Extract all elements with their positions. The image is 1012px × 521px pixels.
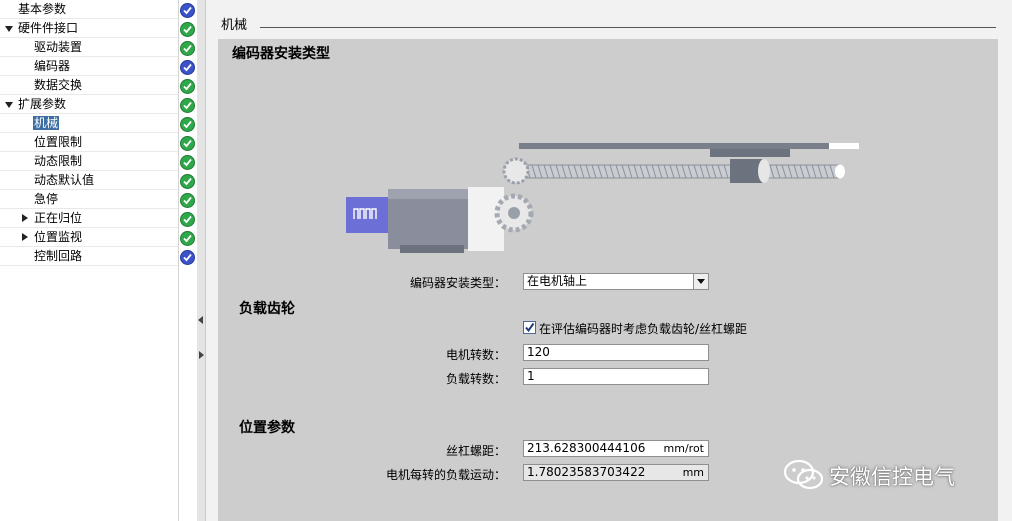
load-motion-field: 1.78023583703422 mm <box>523 464 709 481</box>
nav-item-drive[interactable]: 驱动装置 <box>0 38 178 57</box>
consider-gear-label: 在评估编码器时考虑负载齿轮/丝杠螺距 <box>539 322 748 336</box>
parameter-panel: 编码器安装类型 编码器安装类型： 在电机轴上 负载齿轮 在评估编码器时考虑负载齿… <box>218 39 998 521</box>
nav-item-label: 机械 <box>33 116 60 130</box>
pane-splitter[interactable] <box>197 0 206 521</box>
check-icon <box>180 231 195 246</box>
expand-right-icon[interactable] <box>199 351 204 359</box>
check-icon <box>180 98 195 113</box>
check-icon <box>180 174 195 189</box>
consider-gear-checkbox[interactable] <box>523 321 536 334</box>
nav-item-label: 动态默认值 <box>34 173 95 187</box>
position-heading: 位置参数 <box>239 420 295 436</box>
check-icon <box>180 117 195 132</box>
motor-rev-label: 电机转数： <box>445 348 506 362</box>
nav-item-label: 动态限制 <box>34 154 83 168</box>
watermark: 安徽信控电气 <box>783 458 983 494</box>
check-icon <box>180 41 195 56</box>
check-icon <box>180 22 195 37</box>
encoder-type-label: 编码器安装类型： <box>409 276 506 290</box>
motor-rev-value: 120 <box>527 345 550 359</box>
load-rev-input[interactable]: 1 <box>523 368 709 385</box>
main-content: 机械 编码器安装类型 编码器安装类型： 在电机轴上 负载齿轮 在评估编码器时考虑… <box>206 0 1012 521</box>
nav-item-position-monitoring[interactable]: 位置监视 <box>0 228 178 247</box>
load-motion-label: 电机每转的负载运动： <box>385 468 506 482</box>
pitch-input[interactable]: 213.628300444106 mm/rot <box>523 440 709 457</box>
nav-item-homing[interactable]: 正在归位 <box>0 209 178 228</box>
load-rev-label: 负载转数： <box>445 372 506 386</box>
nav-item-label: 硬件件接口 <box>18 21 79 35</box>
wechat-icon <box>783 459 824 490</box>
load-gear-heading: 负载齿轮 <box>239 301 295 317</box>
nav-item-position-limits[interactable]: 位置限制 <box>0 133 178 152</box>
nav-item-extended-params[interactable]: 扩展参数 <box>0 95 178 114</box>
nav-item-dynamic-limits[interactable]: 动态限制 <box>0 152 178 171</box>
encoder-type-value: 在电机轴上 <box>527 274 588 288</box>
motor-rev-input[interactable]: 120 <box>523 344 709 361</box>
nav-item-label: 位置限制 <box>34 135 83 149</box>
load-motion-unit: mm <box>682 466 704 479</box>
nav-item-label: 数据交换 <box>34 78 83 92</box>
status-column <box>178 0 198 521</box>
nav-item-dynamic-defaults[interactable]: 动态默认值 <box>0 171 178 190</box>
nav-item-basic-params[interactable]: 基本参数 <box>0 0 178 19</box>
title-divider <box>260 27 996 28</box>
nav-item-emergency-stop[interactable]: 急停 <box>0 190 178 209</box>
check-icon <box>180 212 195 227</box>
pitch-unit: mm/rot <box>663 442 704 455</box>
nav-item-hardware-interface[interactable]: 硬件件接口 <box>0 19 178 38</box>
pitch-value: 213.628300444106 <box>527 441 646 455</box>
expand-right-icon[interactable] <box>22 214 28 222</box>
check-icon <box>180 3 195 18</box>
check-icon <box>180 60 195 75</box>
nav-item-label: 扩展参数 <box>18 97 67 111</box>
encoder-heading: 编码器安装类型 <box>232 46 330 62</box>
watermark-text: 安徽信控电气 <box>829 465 955 489</box>
check-icon <box>180 79 195 94</box>
nav-item-label: 控制回路 <box>34 249 83 263</box>
nav-item-label: 编码器 <box>34 59 71 73</box>
nav-item-mechanics[interactable]: 机械 <box>0 114 178 133</box>
nav-item-label: 正在归位 <box>34 211 83 225</box>
mechanics-illustration <box>346 143 859 253</box>
check-icon <box>180 250 195 265</box>
chevron-down-icon[interactable] <box>693 274 708 289</box>
expand-down-icon[interactable] <box>5 26 13 32</box>
check-icon <box>180 155 195 170</box>
load-motion-value: 1.78023583703422 <box>527 465 646 479</box>
expand-right-icon[interactable] <box>22 233 28 241</box>
nav-item-control-loop[interactable]: 控制回路 <box>0 247 178 266</box>
nav-item-encoder[interactable]: 编码器 <box>0 57 178 76</box>
collapse-left-icon[interactable] <box>198 316 203 324</box>
encoder-type-dropdown[interactable]: 在电机轴上 <box>523 273 709 290</box>
navigation-tree: 基本参数 硬件件接口 驱动装置 编码器 数据交换 扩展参数 机械 位置限制 动态… <box>0 0 178 521</box>
nav-item-data-exchange[interactable]: 数据交换 <box>0 76 178 95</box>
nav-item-label: 位置监视 <box>34 230 83 244</box>
nav-item-label: 驱动装置 <box>34 40 83 54</box>
check-icon <box>180 193 195 208</box>
nav-item-label: 基本参数 <box>18 2 67 16</box>
load-rev-value: 1 <box>527 369 535 383</box>
nav-item-label: 急停 <box>34 192 59 206</box>
expand-down-icon[interactable] <box>5 102 13 108</box>
pitch-label: 丝杠螺距： <box>445 444 506 458</box>
section-title: 机械 <box>221 18 248 33</box>
check-icon <box>180 136 195 151</box>
